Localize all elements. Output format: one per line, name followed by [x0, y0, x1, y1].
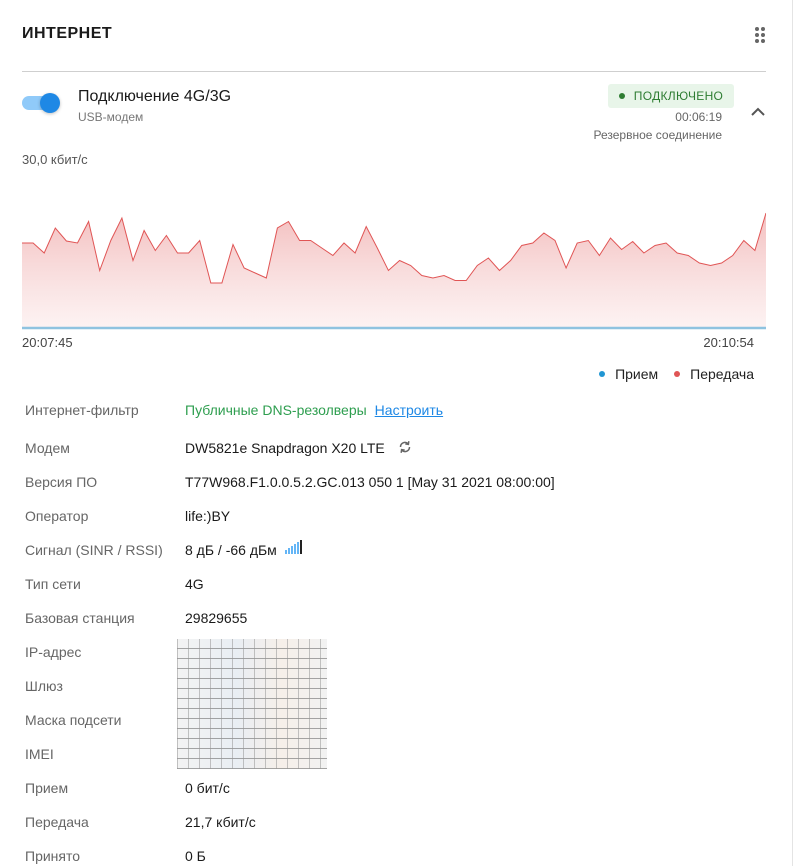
rx-rate-value: 0 бит/с — [185, 780, 230, 796]
legend-item-tx: Передача — [674, 366, 754, 382]
tx-rate-value: 21,7 кбит/с — [185, 814, 256, 830]
signal-value-text: 8 дБ / -66 дБм — [185, 542, 277, 558]
status-text: ПОДКЛЮЧЕНО — [633, 89, 724, 103]
detail-label: Сигнал (SINR / RSSI) — [25, 542, 163, 558]
tx-area — [22, 213, 766, 328]
chart-time-end: 20:10:54 — [703, 335, 754, 350]
internet-panel: ИНТЕРНЕТ Подключение 4G/3G USB-модем ПОД… — [0, 0, 793, 866]
refresh-icon[interactable] — [397, 439, 413, 458]
detail-label: Базовая станция — [25, 610, 135, 626]
detail-row-rx: Прием 0 бит/с — [25, 780, 765, 800]
chart-legend: Прием Передача — [599, 366, 754, 382]
detail-row-base-station: Базовая станция 29829655 — [25, 610, 765, 630]
chart-time-start: 20:07:45 — [22, 335, 73, 350]
filter-value: Публичные DNS-резолверы Настроить — [185, 402, 443, 418]
detail-row-network-type: Тип сети 4G — [25, 576, 765, 596]
modem-value: DW5821e Snapdragon X20 LTE — [185, 440, 413, 459]
detail-row-tx: Передача 21,7 кбит/с — [25, 814, 765, 834]
detail-row-firmware: Версия ПО T77W968.F1.0.0.5.2.GC.013 050 … — [25, 474, 765, 494]
detail-row-gateway: Шлюз — [25, 678, 765, 698]
detail-row-received: Принято 0 Б — [25, 848, 765, 868]
legend-item-rx: Прием — [599, 366, 658, 382]
filter-value-text: Публичные DNS-резолверы — [185, 402, 367, 418]
panel-title: ИНТЕРНЕТ — [22, 25, 113, 42]
status-badge: ПОДКЛЮЧЕНО — [608, 84, 734, 108]
detail-label: Тип сети — [25, 576, 81, 592]
network-type-value: 4G — [185, 576, 204, 592]
detail-label: Маска подсети — [25, 712, 122, 728]
legend-dot-icon — [599, 371, 606, 377]
detail-row-mask: Маска подсети — [25, 712, 765, 732]
connection-role: Резервное соединение — [593, 128, 722, 142]
drag-handle-icon[interactable] — [755, 27, 767, 43]
detail-label: Принято — [25, 848, 81, 864]
detail-label: Передача — [25, 814, 89, 830]
connection-name: Подключение 4G/3G — [78, 88, 232, 105]
signal-value: 8 дБ / -66 дБм — [185, 539, 303, 560]
legend-label-tx: Передача — [690, 366, 754, 382]
detail-label: Прием — [25, 780, 69, 796]
legend-label-rx: Прием — [615, 366, 659, 382]
detail-row-imei: IMEI — [25, 746, 765, 766]
chart-max-label: 30,0 кбит/с — [22, 152, 88, 167]
connection-type: USB-модем — [78, 110, 144, 124]
detail-label: IMEI — [25, 746, 54, 762]
detail-row-signal: Сигнал (SINR / RSSI) 8 дБ / -66 дБм — [25, 539, 765, 562]
connection-uptime: 00:06:19 — [675, 110, 722, 124]
traffic-chart — [22, 212, 766, 330]
connection-toggle[interactable] — [22, 93, 60, 113]
detail-label: Шлюз — [25, 678, 63, 694]
received-value: 0 Б — [185, 848, 206, 864]
chevron-up-icon[interactable] — [746, 100, 770, 124]
operator-value: life:)BY — [185, 508, 231, 524]
detail-row-operator: Оператор life:)BY — [25, 508, 765, 528]
legend-dot-icon — [674, 371, 681, 377]
base-station-value: 29829655 — [185, 610, 248, 626]
modem-value-text: DW5821e Snapdragon X20 LTE — [185, 440, 385, 457]
detail-label: IP-адрес — [25, 644, 82, 660]
header-divider — [22, 71, 766, 72]
detail-row-ip: IP-адрес — [25, 644, 765, 664]
detail-label: Интернет-фильтр — [25, 402, 139, 418]
detail-label: Версия ПО — [25, 474, 98, 490]
detail-row-filter: Интернет-фильтр Публичные DNS-резолверы Н… — [25, 402, 765, 422]
firmware-value: T77W968.F1.0.0.5.2.GC.013 050 1 [May 31 … — [185, 474, 555, 490]
configure-filter-link[interactable]: Настроить — [375, 402, 443, 418]
detail-label: Оператор — [25, 508, 89, 524]
detail-label: Модем — [25, 440, 70, 456]
detail-row-modem: Модем DW5821e Snapdragon X20 LTE — [25, 440, 765, 460]
redacted-values — [177, 639, 327, 769]
signal-strength-icon — [284, 539, 303, 557]
status-dot-icon — [618, 93, 625, 99]
